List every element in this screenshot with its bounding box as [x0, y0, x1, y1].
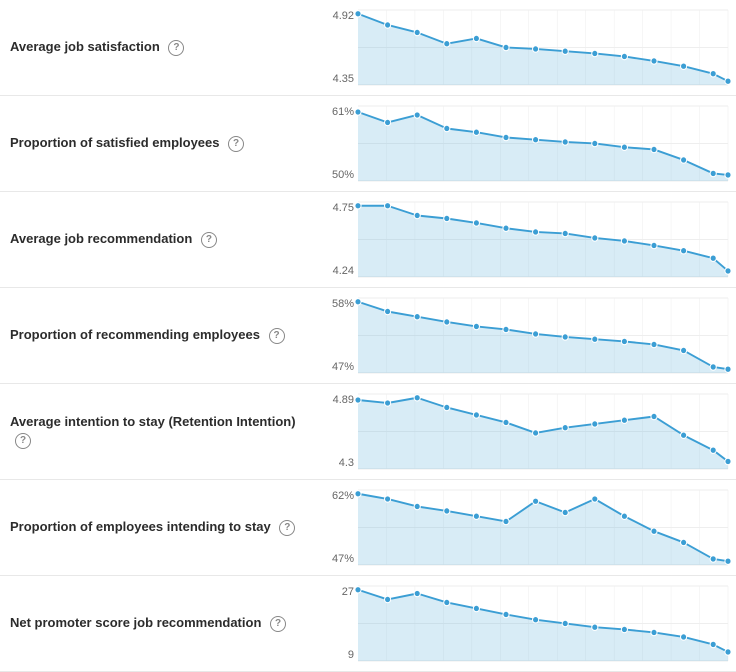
help-icon-avg-intention-stay[interactable]: ? [15, 433, 31, 449]
metric-title-avg-job-satisfaction: Average job satisfaction ? [10, 38, 308, 56]
y-min-avg-job-recommendation: 4.24 [320, 265, 354, 277]
metric-chart-area-proportion-intending-stay: 62% 47% [320, 480, 736, 575]
y-max-proportion-intending-stay: 62% [320, 490, 354, 502]
y-max-net-promoter-score: 27 [320, 586, 354, 598]
y-max-proportion-recommending: 58% [320, 298, 354, 310]
metric-row-avg-job-satisfaction: Average job satisfaction ? 4.92 4.35 [0, 0, 736, 96]
metric-title-net-promoter-score: Net promoter score job recommendation ? [10, 614, 308, 632]
metric-title-proportion-recommending: Proportion of recommending employees ? [10, 326, 308, 344]
y-max-avg-job-recommendation: 4.75 [320, 202, 354, 214]
y-axis-avg-intention-stay: 4.89 4.3 [320, 384, 358, 479]
metric-chart-area-proportion-satisfied: 61% 50% [320, 96, 736, 191]
y-min-proportion-intending-stay: 47% [320, 553, 354, 565]
y-min-net-promoter-score: 9 [320, 649, 354, 661]
y-axis-avg-job-recommendation: 4.75 4.24 [320, 192, 358, 287]
metric-chart-area-avg-intention-stay: 4.89 4.3 [320, 384, 736, 479]
metric-row-avg-intention-stay: Average intention to stay (Retention Int… [0, 384, 736, 480]
y-max-proportion-satisfied: 61% [320, 106, 354, 118]
y-min-proportion-recommending: 47% [320, 361, 354, 373]
y-axis-net-promoter-score: 27 9 [320, 576, 358, 671]
metric-row-proportion-satisfied: Proportion of satisfied employees ? 61% … [0, 96, 736, 192]
y-axis-proportion-satisfied: 61% 50% [320, 96, 358, 191]
metric-title-avg-job-recommendation: Average job recommendation ? [10, 230, 308, 248]
metric-label-avg-job-satisfaction: Average job satisfaction ? [0, 0, 320, 95]
metric-label-avg-job-recommendation: Average job recommendation ? [0, 192, 320, 287]
metric-chart-area-net-promoter-score: 27 9 [320, 576, 736, 671]
metric-chart-area-avg-job-recommendation: 4.75 4.24 [320, 192, 736, 287]
metric-label-proportion-satisfied: Proportion of satisfied employees ? [0, 96, 320, 191]
help-icon-proportion-recommending[interactable]: ? [269, 328, 285, 344]
y-min-avg-intention-stay: 4.3 [320, 457, 354, 469]
chart-net-promoter-score [358, 576, 736, 671]
metric-row-net-promoter-score: Net promoter score job recommendation ? … [0, 576, 736, 672]
help-icon-avg-job-satisfaction[interactable]: ? [168, 40, 184, 56]
metric-label-proportion-intending-stay: Proportion of employees intending to sta… [0, 480, 320, 575]
chart-avg-job-satisfaction [358, 0, 736, 95]
metric-label-proportion-recommending: Proportion of recommending employees ? [0, 288, 320, 383]
metric-row-proportion-intending-stay: Proportion of employees intending to sta… [0, 480, 736, 576]
chart-proportion-intending-stay [358, 480, 736, 575]
chart-proportion-satisfied [358, 96, 736, 191]
metric-label-avg-intention-stay: Average intention to stay (Retention Int… [0, 384, 320, 479]
chart-avg-job-recommendation [358, 192, 736, 287]
y-max-avg-intention-stay: 4.89 [320, 394, 354, 406]
metric-row-avg-job-recommendation: Average job recommendation ? 4.75 4.24 [0, 192, 736, 288]
help-icon-avg-job-recommendation[interactable]: ? [201, 232, 217, 248]
metric-title-avg-intention-stay: Average intention to stay (Retention Int… [10, 413, 308, 449]
y-axis-proportion-intending-stay: 62% 47% [320, 480, 358, 575]
metric-label-net-promoter-score: Net promoter score job recommendation ? [0, 576, 320, 671]
metric-row-proportion-recommending: Proportion of recommending employees ? 5… [0, 288, 736, 384]
y-max-avg-job-satisfaction: 4.92 [320, 10, 354, 22]
help-icon-proportion-satisfied[interactable]: ? [228, 136, 244, 152]
y-min-avg-job-satisfaction: 4.35 [320, 73, 354, 85]
metric-title-proportion-intending-stay: Proportion of employees intending to sta… [10, 518, 308, 536]
help-icon-proportion-intending-stay[interactable]: ? [279, 520, 295, 536]
metric-title-proportion-satisfied: Proportion of satisfied employees ? [10, 134, 308, 152]
metric-chart-area-avg-job-satisfaction: 4.92 4.35 [320, 0, 736, 95]
help-icon-net-promoter-score[interactable]: ? [270, 616, 286, 632]
y-min-proportion-satisfied: 50% [320, 169, 354, 181]
y-axis-proportion-recommending: 58% 47% [320, 288, 358, 383]
metric-chart-area-proportion-recommending: 58% 47% [320, 288, 736, 383]
y-axis-avg-job-satisfaction: 4.92 4.35 [320, 0, 358, 95]
chart-proportion-recommending [358, 288, 736, 383]
chart-avg-intention-stay [358, 384, 736, 479]
